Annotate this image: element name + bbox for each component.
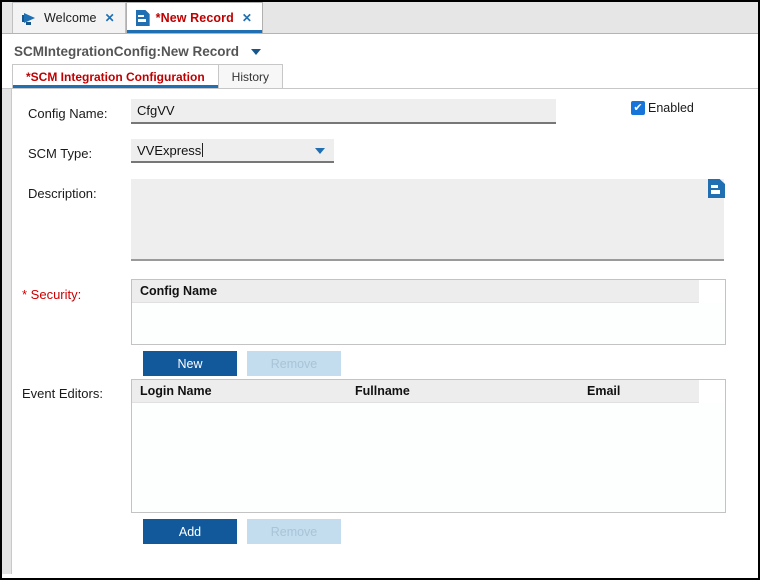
- security-grid-body: [132, 303, 725, 344]
- event-editors-grid[interactable]: Login Name Fullname Email: [131, 379, 726, 513]
- security-label: * Security:: [22, 287, 82, 302]
- form-tab-bar: *SCM Integration Configuration History: [2, 64, 758, 89]
- security-grid-header: Config Name: [132, 279, 725, 303]
- close-icon-welcome-tab[interactable]: ✕: [105, 12, 115, 24]
- scm-type-select[interactable]: VVExpress: [131, 139, 334, 163]
- window-tab-new-record[interactable]: *New Record ✕: [125, 2, 263, 33]
- window-tab-strip: Welcome ✕ *New Record ✕: [2, 2, 758, 34]
- close-icon-new-record-tab[interactable]: ✕: [242, 12, 252, 24]
- caret-down-icon[interactable]: [251, 48, 262, 55]
- scm-type-label: SCM Type:: [28, 146, 93, 161]
- security-button-row: New Remove: [143, 351, 341, 376]
- record-header: SCMIntegrationConfig:New Record: [2, 34, 758, 64]
- security-new-button[interactable]: New: [143, 351, 237, 376]
- enabled-checkbox-wrap[interactable]: ✔ Enabled: [631, 101, 694, 115]
- security-header-filler: [699, 279, 725, 303]
- text-cursor: [202, 143, 204, 157]
- application-window: Welcome ✕ *New Record ✕ SCMIntegrationCo…: [0, 0, 760, 580]
- tab-scm-integration-configuration[interactable]: *SCM Integration Configuration: [12, 64, 219, 88]
- event-editors-column-login-name: Login Name: [140, 384, 212, 398]
- enabled-checkbox[interactable]: ✔: [631, 101, 645, 115]
- tab-history[interactable]: History: [217, 64, 283, 88]
- description-document-icon[interactable]: [708, 179, 725, 198]
- event-editors-column-email: Email: [587, 384, 621, 398]
- chevron-down-icon[interactable]: [315, 148, 325, 154]
- page-title: SCMIntegrationConfig:New Record: [14, 44, 239, 60]
- description-label: Description:: [28, 186, 97, 201]
- event-editors-grid-header: Login Name Fullname Email: [132, 379, 725, 403]
- event-editors-header-filler: [699, 379, 725, 403]
- window-tab-welcome-label: Welcome: [44, 11, 97, 25]
- scm-type-label-wrap: SCM Type:: [28, 145, 92, 163]
- security-grid[interactable]: Config Name: [131, 279, 726, 345]
- security-column-config-name: Config Name: [140, 284, 218, 298]
- megaphone-icon: [22, 12, 38, 25]
- form-area: Config Name: ✔ Enabled SCM Type: VVExpre…: [2, 89, 758, 574]
- window-tab-welcome[interactable]: Welcome ✕: [12, 2, 126, 33]
- tab-scm-integration-configuration-label: *SCM Integration Configuration: [26, 69, 205, 84]
- left-rail: [2, 89, 12, 574]
- security-label-wrap: * Security:: [22, 286, 81, 304]
- config-name-label: Config Name:: [28, 106, 108, 121]
- description-label-wrap: Description:: [28, 185, 97, 203]
- description-textarea[interactable]: [131, 179, 724, 261]
- event-editors-grid-body: [132, 403, 725, 512]
- check-icon: ✔: [633, 102, 643, 114]
- event-editors-remove-button: Remove: [247, 519, 341, 544]
- event-editors-label: Event Editors:: [22, 386, 103, 401]
- event-editors-label-wrap: Event Editors:: [22, 385, 103, 403]
- scm-type-value: VVExpress: [137, 142, 202, 158]
- config-name-label-wrap: Config Name:: [28, 105, 107, 123]
- tab-history-label: History: [231, 69, 269, 84]
- security-remove-button: Remove: [247, 351, 341, 376]
- enabled-label: Enabled: [648, 101, 694, 115]
- event-editors-add-button[interactable]: Add: [143, 519, 237, 544]
- form-content: Config Name: ✔ Enabled SCM Type: VVExpre…: [13, 89, 758, 574]
- config-name-input[interactable]: [131, 99, 556, 124]
- event-editors-column-fullname: Fullname: [355, 384, 410, 398]
- document-icon: [135, 10, 150, 26]
- window-tab-new-record-label: *New Record: [155, 11, 234, 25]
- event-editors-button-row: Add Remove: [143, 519, 341, 544]
